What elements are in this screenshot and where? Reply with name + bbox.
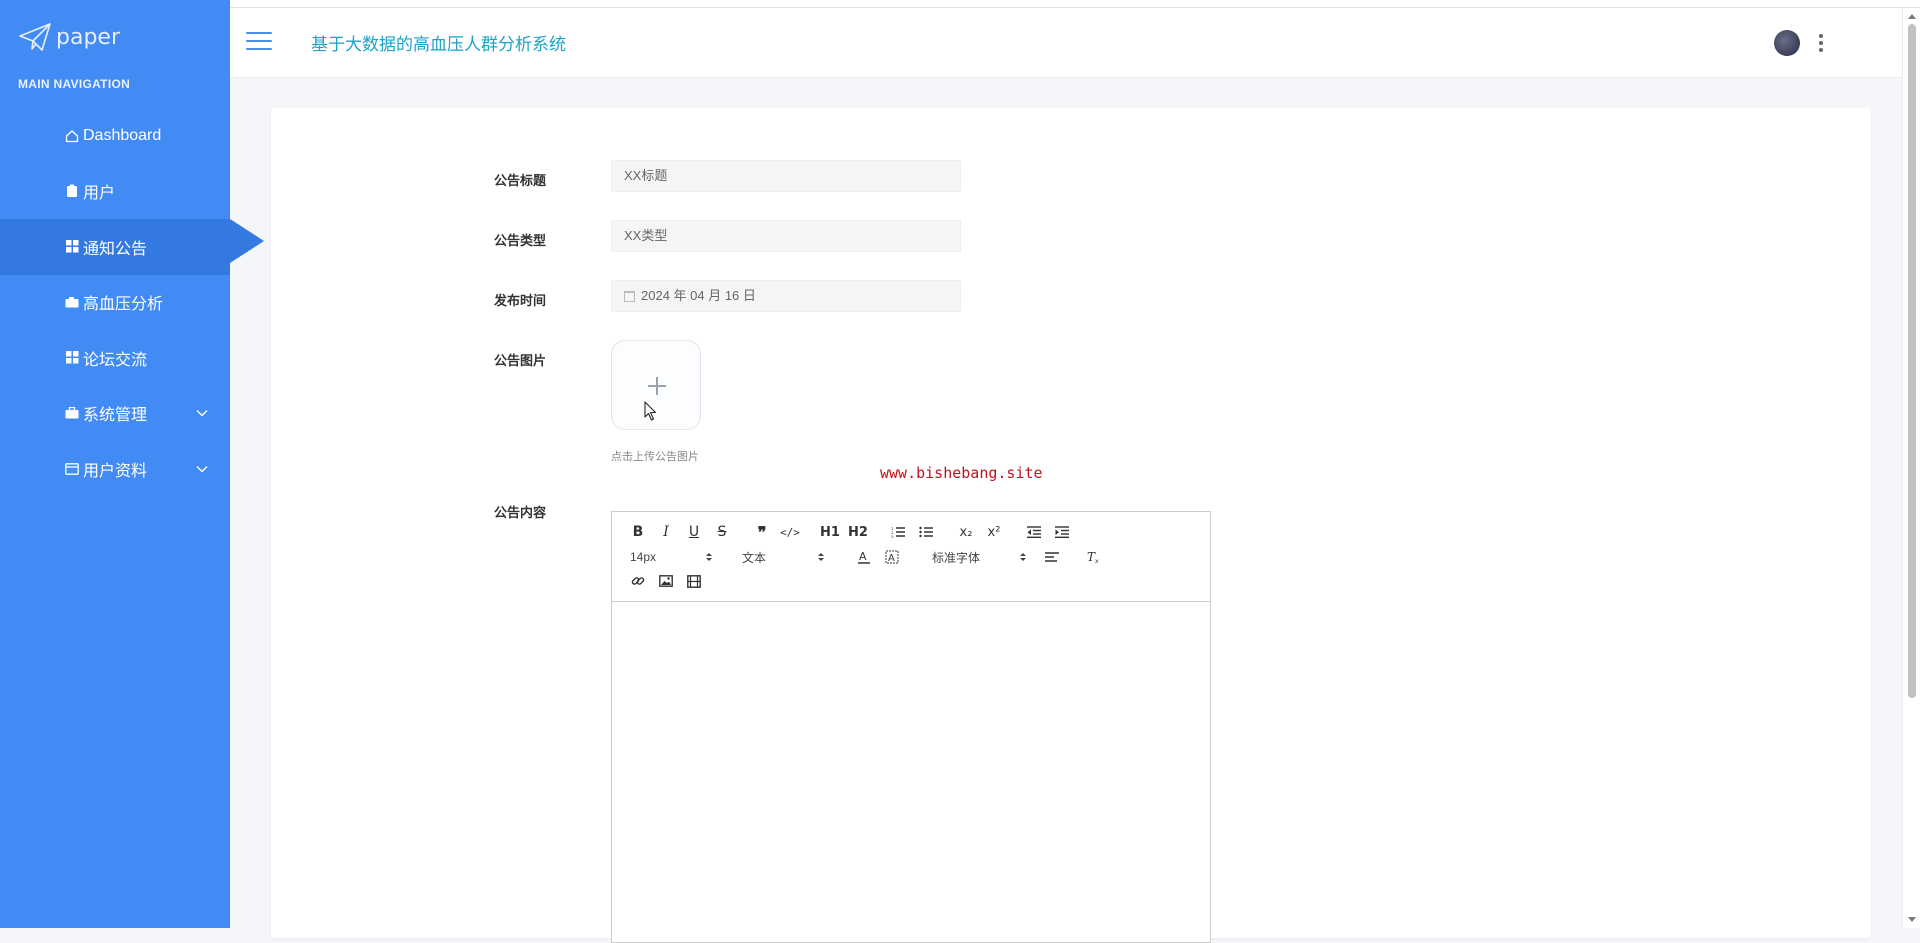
type-input[interactable]: XX类型 bbox=[611, 220, 961, 252]
sidebar-item-user-profile[interactable]: 用户资料 bbox=[0, 441, 230, 497]
indent-icon[interactable] bbox=[1048, 522, 1076, 542]
select-arrows-icon bbox=[818, 553, 824, 561]
svg-text:x: x bbox=[1095, 558, 1099, 564]
italic-button[interactable]: I bbox=[652, 522, 680, 542]
content-label: 公告内容 bbox=[493, 505, 546, 520]
more-options-icon[interactable] bbox=[1818, 34, 1824, 52]
select-arrows-icon bbox=[706, 553, 712, 561]
nav-section-title: MAIN NAVIGATION bbox=[18, 77, 131, 91]
menu-toggle-icon[interactable] bbox=[246, 32, 272, 52]
heading1-button[interactable]: H1 bbox=[816, 522, 844, 542]
align-icon[interactable] bbox=[1038, 547, 1066, 567]
grid-icon bbox=[64, 350, 80, 366]
home-icon bbox=[64, 128, 80, 144]
title-input[interactable]: XX标题 bbox=[611, 160, 961, 192]
background-color-icon[interactable]: A bbox=[878, 547, 906, 567]
svg-text:3: 3 bbox=[891, 534, 894, 538]
heading2-button[interactable]: H2 bbox=[844, 522, 872, 542]
window-top-border bbox=[0, 0, 1920, 8]
publish-date-value: 2024 年 04 月 16 日 bbox=[641, 288, 756, 303]
sidebar-item-dashboard[interactable]: Dashboard bbox=[0, 108, 230, 164]
scrollbar-thumb[interactable] bbox=[1908, 24, 1916, 698]
watermark-text: www.bishebang.site bbox=[880, 464, 1043, 482]
sidebar-item-label: 通知公告 bbox=[83, 240, 148, 258]
editor-content-area[interactable] bbox=[612, 602, 1210, 942]
subscript-button[interactable]: x₂ bbox=[952, 522, 980, 542]
avatar[interactable] bbox=[1774, 30, 1800, 56]
video-icon[interactable] bbox=[680, 571, 708, 591]
grid-icon bbox=[64, 239, 80, 255]
upload-hint: 点击上传公告图片 bbox=[611, 451, 699, 463]
svg-text:A: A bbox=[888, 553, 895, 564]
page-scrollbar[interactable] bbox=[1902, 8, 1920, 928]
paper-plane-icon bbox=[19, 23, 51, 51]
font-size-select[interactable]: 14px bbox=[624, 547, 712, 567]
sidebar-item-forum[interactable]: 论坛交流 bbox=[0, 330, 230, 386]
image-upload-button[interactable] bbox=[611, 340, 701, 430]
font-family-select[interactable]: 标准字体 bbox=[926, 547, 1026, 567]
top-header: 基于大数据的高血压人群分析系统 bbox=[230, 8, 1902, 78]
sidebar-item-label: 系统管理 bbox=[83, 407, 148, 425]
clipboard-icon bbox=[64, 183, 80, 199]
sidebar-item-system-management[interactable]: 系统管理 bbox=[0, 386, 230, 442]
logo[interactable]: paper bbox=[18, 20, 120, 54]
title-label: 公告标题 bbox=[493, 173, 546, 188]
outdent-icon[interactable] bbox=[1020, 522, 1048, 542]
briefcase-icon bbox=[64, 405, 80, 421]
sidebar-item-users[interactable]: 用户 bbox=[0, 164, 230, 220]
header-select-value: 文本 bbox=[742, 550, 767, 565]
chevron-down-icon[interactable] bbox=[196, 460, 208, 478]
font-size-value: 14px bbox=[630, 550, 657, 564]
svg-text:A: A bbox=[859, 550, 867, 563]
superscript-button[interactable]: x² bbox=[980, 522, 1008, 542]
underline-button[interactable]: U bbox=[680, 522, 708, 542]
calendar-icon bbox=[624, 290, 635, 302]
sidebar-item-label: 用户资料 bbox=[83, 462, 148, 480]
font-family-value: 标准字体 bbox=[932, 550, 981, 565]
publish-date-picker[interactable]: 2024 年 04 月 16 日 bbox=[611, 280, 961, 312]
select-arrows-icon bbox=[1020, 553, 1026, 561]
bullet-list-icon[interactable] bbox=[912, 522, 940, 542]
card-icon bbox=[64, 461, 80, 477]
bold-button[interactable]: B bbox=[624, 522, 652, 542]
clear-format-icon[interactable]: Tx bbox=[1080, 547, 1108, 567]
scroll-up-icon[interactable] bbox=[1908, 14, 1916, 19]
font-color-icon[interactable]: A bbox=[850, 547, 878, 567]
publish-date-label: 发布时间 bbox=[493, 293, 546, 308]
image-icon[interactable] bbox=[652, 571, 680, 591]
main-card: 公告标题 XX标题 公告类型 XX类型 发布时间 2024 年 04 月 16 … bbox=[271, 108, 1871, 943]
sidebar-item-hypertension-analysis[interactable]: 高血压分析 bbox=[0, 275, 230, 331]
sidebar-item-label: Dashboard bbox=[83, 126, 162, 144]
camera-icon bbox=[64, 294, 80, 310]
ordered-list-icon[interactable]: 123 bbox=[884, 522, 912, 542]
sidebar-nav: Dashboard 用户 通知公告 高血压分析 论坛交流 系统管理 用户资料 bbox=[0, 108, 264, 497]
chevron-down-icon[interactable] bbox=[196, 404, 208, 422]
sidebar-item-label: 论坛交流 bbox=[83, 351, 148, 369]
blockquote-button[interactable]: ❞ bbox=[748, 522, 776, 542]
plus-icon bbox=[648, 377, 666, 395]
type-label: 公告类型 bbox=[493, 233, 546, 248]
image-label: 公告图片 bbox=[493, 353, 546, 368]
scroll-down-icon[interactable] bbox=[1908, 917, 1916, 922]
sidebar: paper MAIN NAVIGATION Dashboard 用户 通知公告 bbox=[0, 0, 264, 928]
mouse-cursor-icon bbox=[644, 401, 657, 421]
header-select[interactable]: 文本 bbox=[736, 547, 824, 567]
sidebar-item-announcements[interactable]: 通知公告 bbox=[0, 219, 264, 275]
logo-text: paper bbox=[56, 24, 120, 50]
strikethrough-button[interactable]: S bbox=[708, 522, 736, 542]
code-block-button[interactable]: </> bbox=[776, 522, 804, 542]
app-title: 基于大数据的高血压人群分析系统 bbox=[311, 35, 566, 54]
rich-text-editor: B I U S ❞ </> H1 H2 123 x₂ x² 14px 文本 A … bbox=[611, 511, 1211, 943]
link-icon[interactable] bbox=[624, 571, 652, 591]
sidebar-item-label: 高血压分析 bbox=[83, 296, 164, 314]
editor-toolbar: B I U S ❞ </> H1 H2 123 x₂ x² 14px 文本 A … bbox=[612, 512, 1210, 602]
sidebar-item-label: 用户 bbox=[83, 185, 116, 203]
